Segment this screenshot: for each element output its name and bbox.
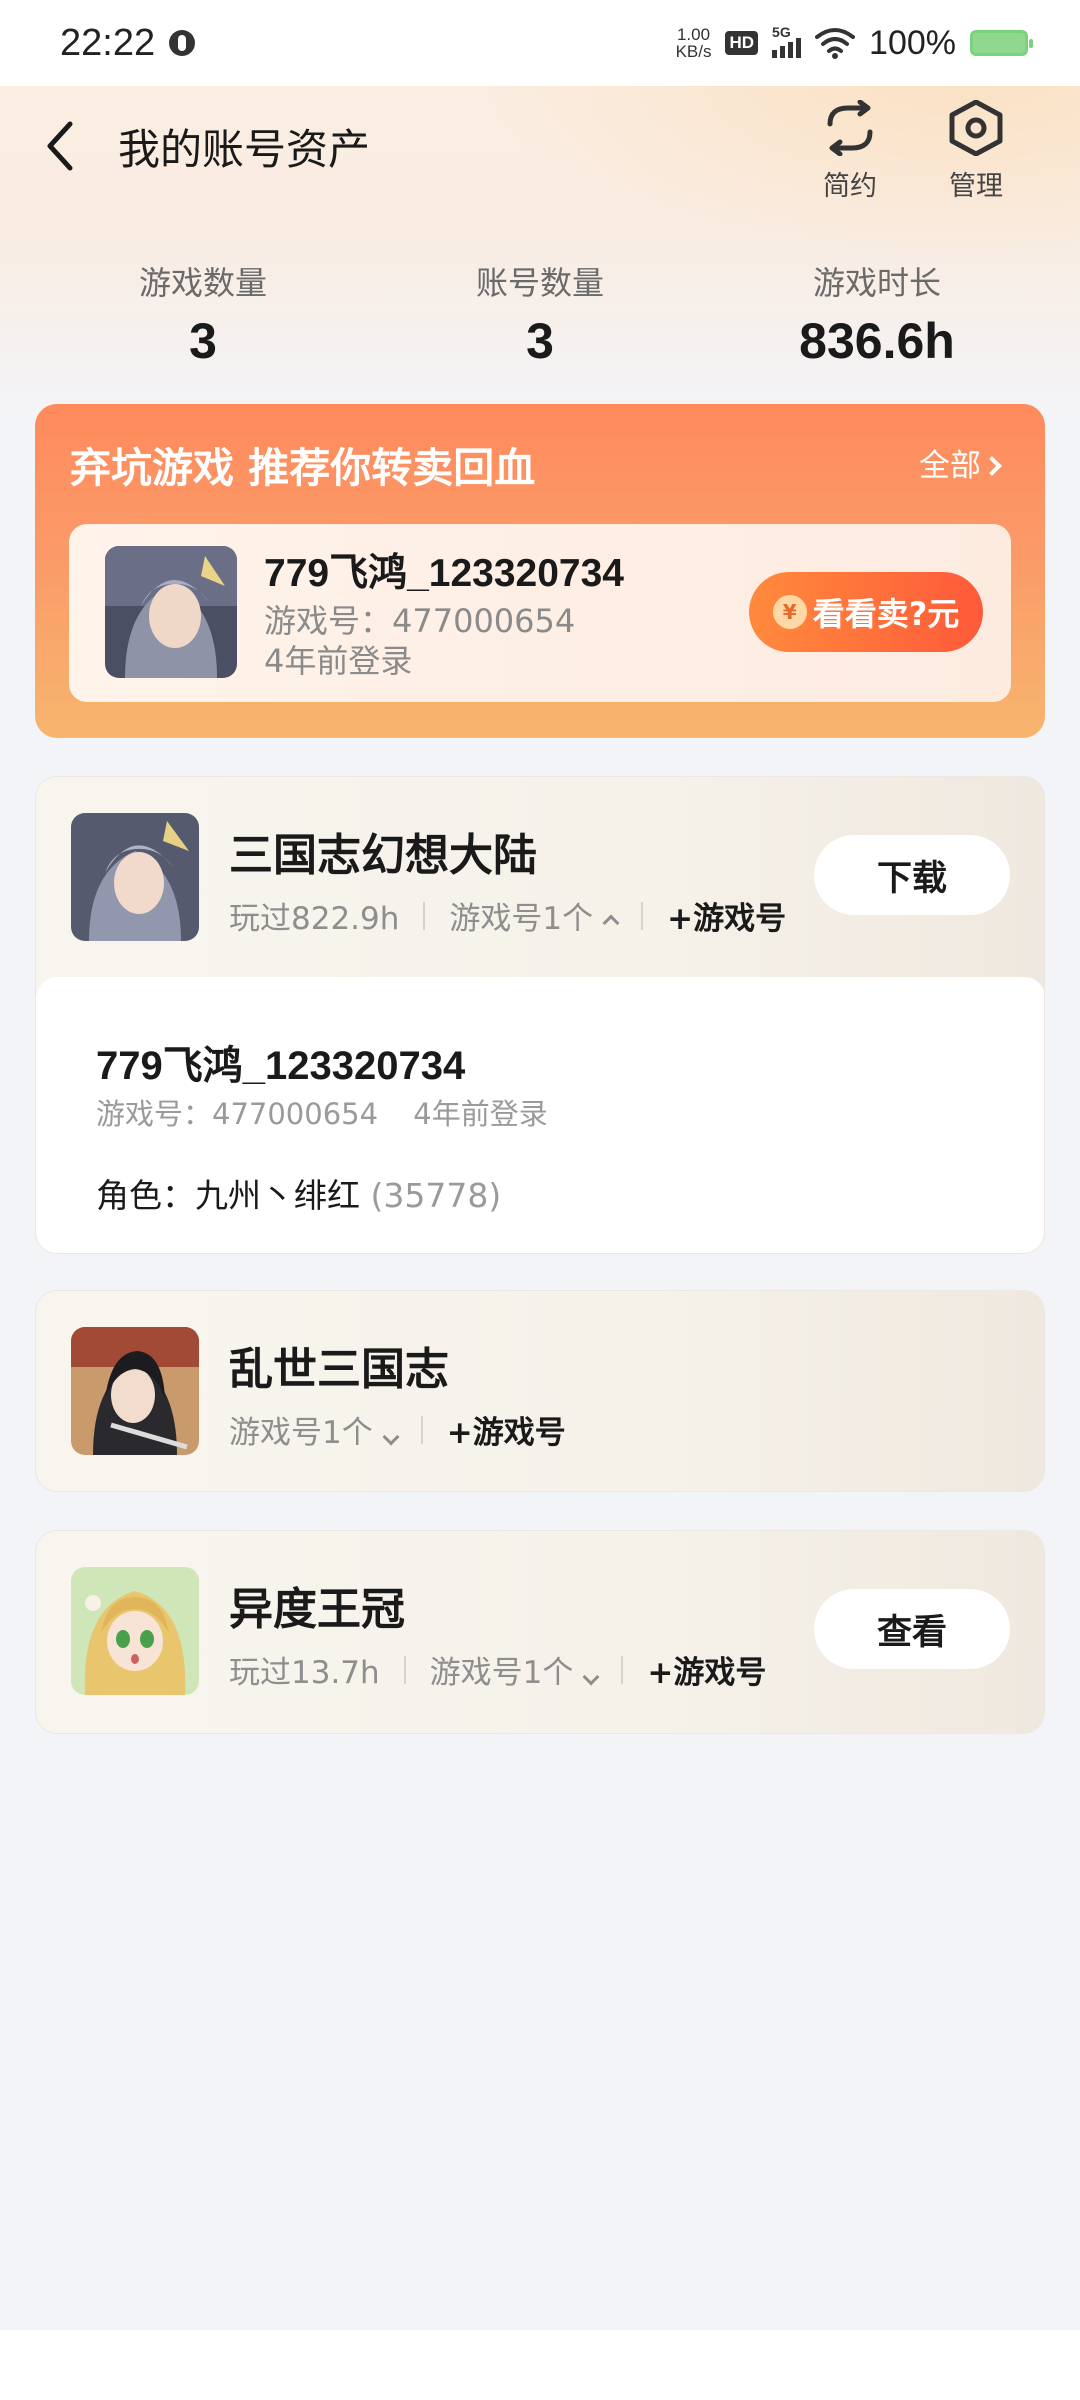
settings-hexagon-icon [949, 99, 1003, 157]
resell-promo-card: 弃坑游戏 推荐你转卖回血 全部 779飞鸿_123320734 游戏号：4770… [35, 404, 1045, 738]
status-time: 22:22 [60, 21, 156, 64]
detail-account-sub: 游戏号：477000654 4年前登录 [96, 1097, 548, 1131]
promo-account-item[interactable]: 779飞鸿_123320734 游戏号：477000654 4年前登录 ¥ 看看… [69, 524, 1011, 702]
hd-icon: HD [725, 31, 759, 55]
check-price-button[interactable]: ¥ 看看卖?元 [749, 572, 983, 652]
battery-percent: 100% [869, 23, 956, 62]
account-count-toggle[interactable]: 游戏号1个 [229, 1407, 400, 1452]
game-icon [71, 813, 199, 941]
game-meta: 玩过822.9h 游戏号1个 +游戏号 [229, 893, 786, 938]
detail-account-name: 779飞鸿_123320734 [96, 1044, 466, 1088]
promo-account-name: 779飞鸿_123320734 [264, 552, 624, 595]
game-card-yidu-wangguan[interactable]: 异度王冠 玩过13.7h 游戏号1个 +游戏号 查看 [35, 1530, 1045, 1734]
chevron-up-icon [602, 914, 620, 932]
add-account-link[interactable]: +游戏号 [667, 893, 786, 938]
play-time: 玩过822.9h [229, 901, 400, 937]
battery-icon [970, 30, 1033, 56]
game-title: 三国志幻想大陆 [229, 830, 537, 881]
notification-icon [169, 30, 196, 56]
promo-all-link[interactable]: 全部 [919, 440, 1002, 485]
account-count-toggle[interactable]: 游戏号1个 [449, 893, 620, 938]
game-card-sanguozhi-huanxiang[interactable]: 三国志幻想大陆 玩过822.9h 游戏号1个 +游戏号 下载 779飞鸿_123… [35, 776, 1045, 1254]
view-button[interactable]: 查看 [814, 1589, 1010, 1669]
add-account-link[interactable]: +游戏号 [447, 1407, 566, 1452]
account-count-toggle[interactable]: 游戏号1个 [430, 1647, 600, 1692]
chevron-down-icon [582, 1668, 600, 1686]
game-meta: 游戏号1个 +游戏号 [229, 1407, 566, 1452]
game-title: 异度王冠 [229, 1584, 405, 1635]
coin-icon: ¥ [772, 595, 807, 629]
play-time: 玩过13.7h [229, 1655, 380, 1691]
stat-game-count: 游戏数量 3 [138, 264, 267, 369]
signal-icon: 5G [772, 24, 802, 58]
game-icon [71, 1327, 199, 1455]
game-meta: 玩过13.7h 游戏号1个 +游戏号 [229, 1647, 766, 1692]
stat-account-count: 账号数量 3 [475, 264, 604, 369]
wifi-icon [815, 28, 856, 59]
simple-mode-label: 简约 [823, 171, 877, 202]
account-detail[interactable]: 779飞鸿_123320734 游戏号：477000654 4年前登录 角色：九… [36, 977, 1044, 1253]
status-bar: 22:22 1.00 KB/s HD 5G 100% [0, 0, 1080, 86]
download-button[interactable]: 下载 [814, 835, 1010, 915]
net-speed: 1.00 KB/s [675, 25, 712, 61]
game-title: 乱世三国志 [229, 1344, 449, 1395]
swap-icon [827, 99, 873, 157]
asset-stats: 游戏数量 3 账号数量 3 游戏时长 836.6h [0, 258, 1080, 378]
manage-button[interactable]: 管理 [926, 99, 1026, 203]
add-account-link[interactable]: +游戏号 [647, 1647, 766, 1692]
status-indicators: 1.00 KB/s HD 5G 100% [675, 23, 1033, 63]
game-icon [71, 1567, 199, 1695]
game-avatar [105, 546, 237, 678]
game-card-luanshi-sanguozhi[interactable]: 乱世三国志 游戏号1个 +游戏号 [35, 1290, 1045, 1492]
page-header: 我的账号资产 简约 管理 [0, 86, 1080, 206]
manage-label: 管理 [949, 171, 1003, 202]
promo-title: 弃坑游戏 推荐你转卖回血 [70, 444, 536, 492]
bottom-safe-area [0, 2330, 1080, 2400]
stat-play-time: 游戏时长 836.6h [799, 264, 955, 369]
page-title: 我的账号资产 [118, 125, 371, 174]
simple-mode-button[interactable]: 简约 [800, 99, 900, 203]
back-arrow-icon[interactable] [34, 114, 94, 178]
chevron-down-icon [382, 1428, 400, 1446]
promo-last-login: 4年前登录 [264, 642, 413, 680]
detail-role: 角色：九州丶绯红 (35778) [96, 1176, 502, 1215]
chevron-right-icon [982, 456, 1002, 476]
